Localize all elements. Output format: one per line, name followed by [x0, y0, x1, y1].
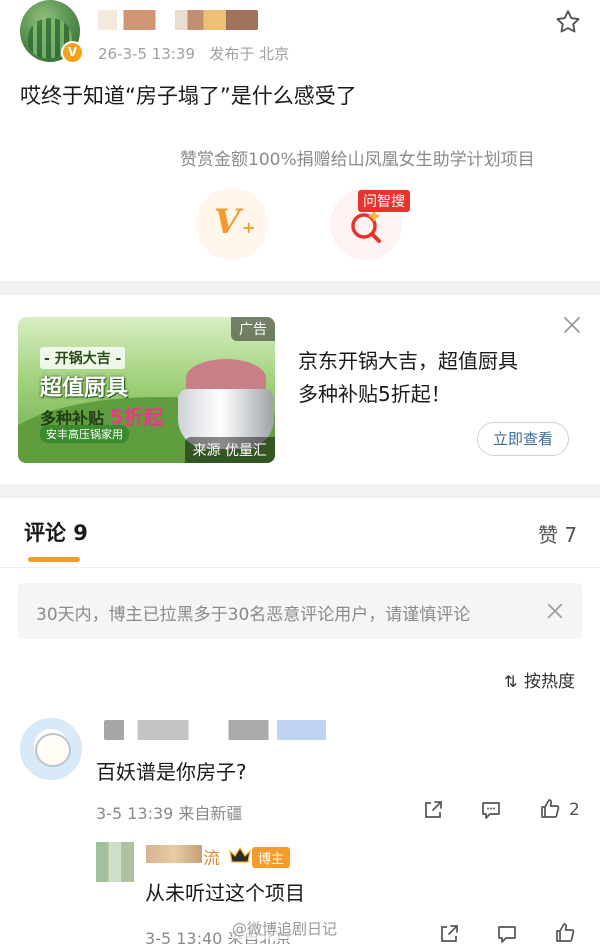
post-date: 26-3-5 13:39 [98, 45, 195, 63]
ad-title-line-1: 京东开锅大吉，超值厨具 [298, 349, 518, 373]
commenter-avatar[interactable] [20, 718, 82, 780]
tab-likes[interactable]: 赞 7 [538, 519, 577, 548]
active-tab-indicator [28, 557, 80, 562]
reward-plus-icon: + [242, 218, 256, 237]
like-count: 2 [569, 800, 580, 820]
ad-image[interactable]: - 开锅大吉 - 超值厨具 多种补贴 5折起 安丰高压锅家用 广告 来源 优量汇 [18, 317, 275, 463]
avatar-cartoon [35, 733, 71, 767]
replier-name-tail[interactable]: 流 [203, 844, 220, 869]
comment-text: 百妖谱是你房子? [96, 760, 247, 784]
zhisou-tag[interactable]: 问智搜 [358, 190, 410, 212]
comment-notice-bar: 30天内，博主已拉黑多于30名恶意评论用户，请谨慎评论 [18, 583, 582, 639]
comment-icon[interactable] [479, 798, 503, 822]
post-source: 发布于 北京 [209, 45, 290, 63]
like-icon[interactable] [553, 921, 577, 944]
close-icon[interactable] [544, 600, 566, 622]
like-icon[interactable] [538, 797, 562, 821]
replier-avatar[interactable] [96, 842, 134, 882]
view-now-button[interactable]: 立即查看 [477, 422, 569, 456]
replier-name-blurred[interactable] [146, 845, 202, 863]
close-icon[interactable] [560, 313, 584, 337]
crown-icon [229, 846, 251, 863]
section-divider [0, 281, 600, 295]
post-content: 哎终于知道“房子塌了”是什么感受了 [20, 84, 357, 108]
favorite-star-icon[interactable] [554, 8, 582, 36]
section-divider [0, 484, 600, 498]
tabs-divider [0, 567, 600, 568]
share-icon[interactable] [421, 798, 445, 822]
sort-label: 按热度 [524, 672, 575, 692]
comment-meta: 3-5 13:39 来自新疆 [96, 804, 243, 823]
ad-slogan-1: - 开锅大吉 - [40, 347, 126, 369]
commenter-name-blurred[interactable] [104, 720, 326, 740]
ad-title-line-2: 多种补贴5折起！ [298, 382, 451, 406]
author-name-blurred[interactable] [98, 10, 258, 30]
tab-comments[interactable]: 评论 9 [24, 517, 88, 547]
sort-icon: ⇅ [504, 672, 518, 691]
weibo-post-page: V 26-3-5 13:39 发布于 北京 哎终于知道“房子塌了”是什么感受了 … [0, 0, 600, 944]
ad-source: 来源 优量汇 [184, 437, 275, 463]
post-meta: 26-3-5 13:39 发布于 北京 [98, 43, 289, 64]
reply-text: 从未听过这个项目 [145, 881, 305, 905]
ad-label: 广告 [231, 317, 275, 341]
ad-slogan-4: 安丰高压锅家用 [40, 425, 129, 443]
reward-note: 赞赏金额100%捐赠给山凤凰女生助学计划项目 [180, 150, 535, 170]
sort-toggle[interactable]: ⇅ 按热度 [504, 667, 575, 692]
watermark: @微博追剧日记 [232, 918, 338, 939]
ad-title[interactable]: 京东开锅大吉，超值厨具 多种补贴5折起！ [298, 345, 568, 411]
comment-icon[interactable] [495, 922, 519, 944]
notice-text: 30天内，博主已拉黑多于30名恶意评论用户，请谨慎评论 [36, 605, 471, 625]
reward-v-icon: V [214, 202, 241, 242]
verified-badge-icon: V [61, 41, 84, 64]
ad-slogan-2: 超值厨具 [40, 376, 129, 401]
reward-button[interactable]: V + [196, 188, 268, 260]
blogger-badge: 博主 [252, 847, 291, 868]
share-icon[interactable] [437, 922, 461, 944]
